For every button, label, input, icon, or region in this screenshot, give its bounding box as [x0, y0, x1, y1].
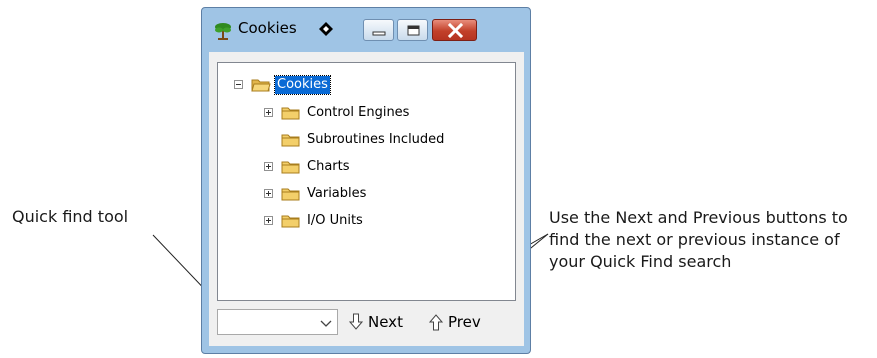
- next-label: Next: [368, 313, 403, 331]
- quick-find-callout: Quick find tool: [12, 206, 172, 228]
- expand-icon[interactable]: [264, 108, 273, 117]
- cookies-window: Cookies Cookies Control Engines Subrouti…: [201, 7, 531, 354]
- strategy-tree[interactable]: Cookies Control Engines Subroutines Incl…: [217, 62, 516, 301]
- quick-find-input[interactable]: [220, 312, 314, 334]
- next-prev-callout: Use the Next and Previous buttons to fin…: [549, 207, 869, 273]
- window-client-area: Cookies Control Engines Subroutines Incl…: [209, 52, 524, 346]
- title-bar[interactable]: Cookies: [202, 8, 530, 52]
- tree-item-label[interactable]: Control Engines: [305, 104, 411, 122]
- folder-icon: [281, 215, 300, 228]
- minimize-icon: [372, 31, 386, 36]
- quick-find-callout-text: Quick find tool: [12, 207, 129, 226]
- close-icon: [447, 22, 464, 39]
- close-button[interactable]: [432, 19, 477, 41]
- next-button[interactable]: Next: [349, 310, 403, 334]
- folder-icon: [281, 161, 300, 174]
- minimize-button[interactable]: [363, 19, 394, 41]
- tree-item-label[interactable]: Charts: [305, 158, 352, 176]
- diamond-icon[interactable]: [319, 22, 333, 36]
- tree-icon[interactable]: [214, 22, 232, 40]
- arrow-down-icon: [349, 313, 363, 330]
- arrow-up-icon: [429, 314, 443, 331]
- chevron-down-icon[interactable]: [320, 318, 332, 328]
- quick-find-combobox[interactable]: [217, 309, 338, 335]
- tree-item-label[interactable]: I/O Units: [305, 212, 365, 230]
- maximize-icon: [407, 25, 420, 36]
- tree-item-label[interactable]: Subroutines Included: [305, 131, 446, 149]
- callout-line-2: find the next or previous instance of: [549, 230, 840, 249]
- expand-icon[interactable]: [264, 216, 273, 225]
- folder-icon: [281, 188, 300, 201]
- callout-line-3: your Quick Find search: [549, 252, 732, 271]
- expand-icon[interactable]: [264, 162, 273, 171]
- folder-icon: [281, 134, 300, 147]
- window-title: Cookies: [238, 19, 297, 37]
- folder-icon: [281, 107, 300, 120]
- expand-icon[interactable]: [264, 189, 273, 198]
- maximize-button[interactable]: [397, 19, 428, 41]
- prev-label: Prev: [448, 313, 481, 331]
- tree-item-label[interactable]: Variables: [305, 185, 368, 203]
- callout-line-1: Use the Next and Previous buttons to: [549, 208, 848, 227]
- folder-open-icon: [251, 79, 271, 92]
- prev-button[interactable]: Prev: [429, 310, 481, 334]
- tree-root-label[interactable]: Cookies: [274, 75, 331, 95]
- collapse-icon[interactable]: [234, 80, 243, 89]
